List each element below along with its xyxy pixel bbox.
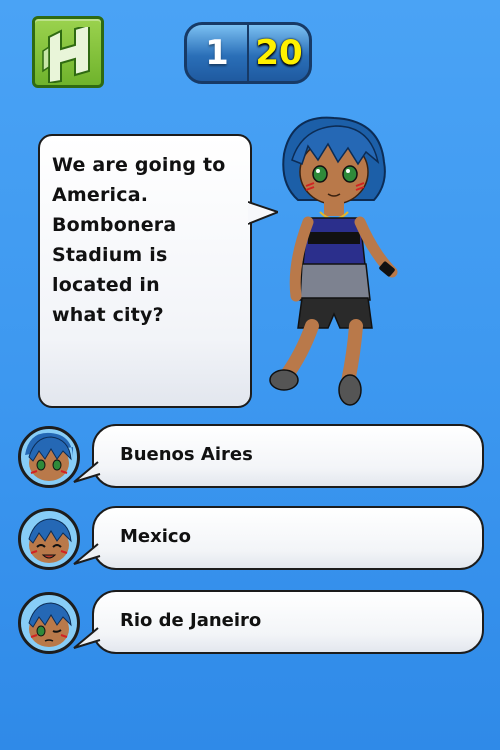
question-bubble: We are going to America. Bombonera Stadi… <box>38 134 278 408</box>
answer-option[interactable]: Rio de Janeiro <box>14 590 486 658</box>
question-line: America. Bombonera <box>52 184 177 236</box>
answer-option[interactable]: Buenos Aires <box>14 424 486 492</box>
hint-h-icon <box>42 27 90 83</box>
level-number: 1 <box>205 33 229 73</box>
character-illustration <box>269 116 398 406</box>
avatar-wink-icon <box>18 592 80 654</box>
question-line: We are going to <box>52 154 226 176</box>
avatar-happy-icon <box>18 508 80 570</box>
score-panel: 1 20 <box>184 22 312 84</box>
answer-option[interactable]: Mexico <box>14 506 486 574</box>
question-line: what city? <box>52 304 164 326</box>
answer-label: Buenos Aires <box>120 444 253 465</box>
avatar-neutral-icon <box>18 426 80 488</box>
question-text: We are going to America. Bombonera Stadi… <box>52 150 238 330</box>
answer-label: Rio de Janeiro <box>120 610 262 631</box>
timer-count: 20 <box>255 33 303 73</box>
hint-button[interactable] <box>32 16 104 88</box>
question-line: Stadium is located in <box>52 244 168 296</box>
answer-label: Mexico <box>120 526 191 547</box>
